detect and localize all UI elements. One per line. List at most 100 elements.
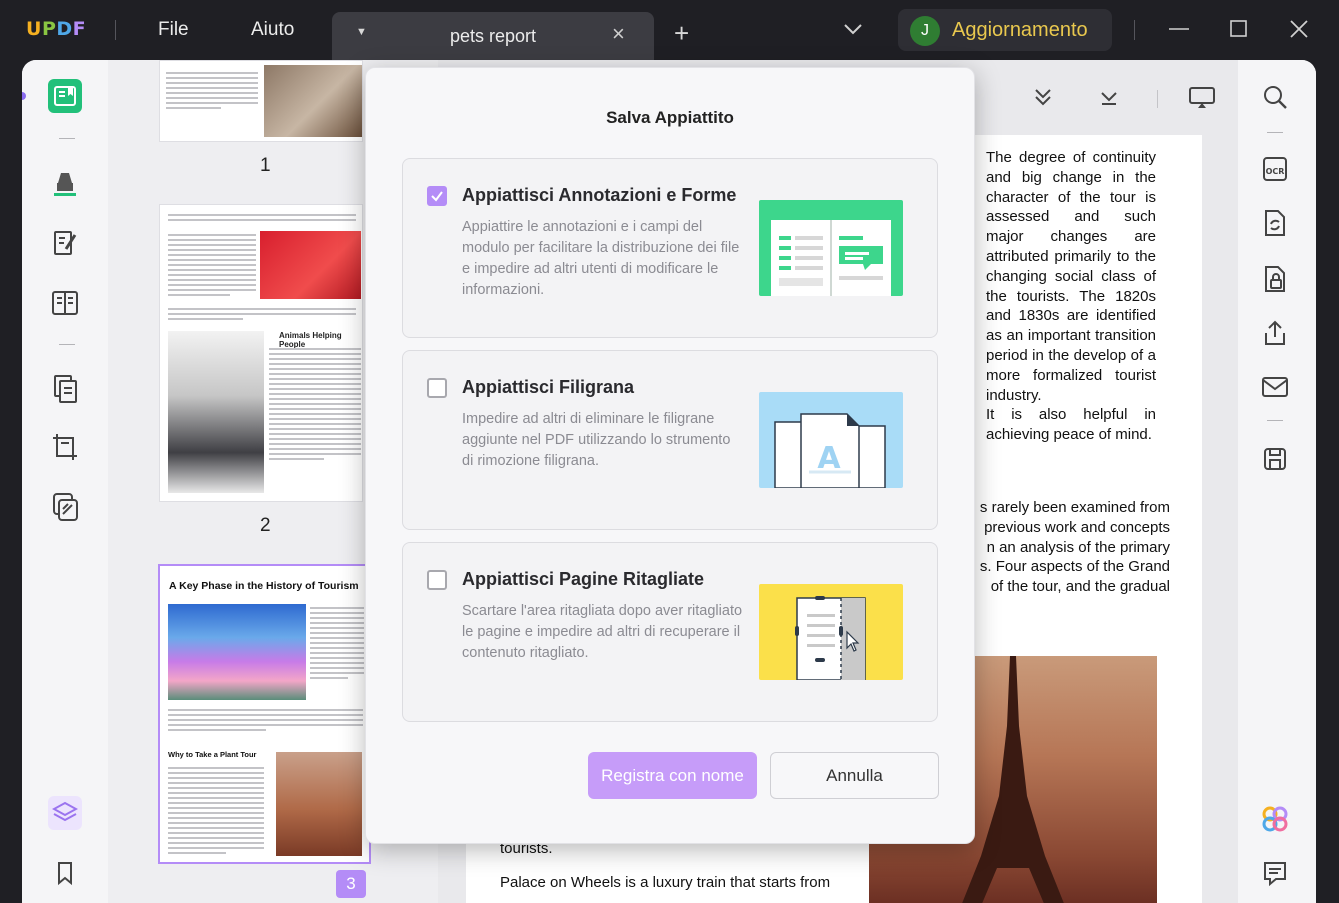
share-button[interactable] [1260, 318, 1290, 348]
close-tab-icon[interactable]: × [612, 21, 625, 47]
flatten-annotations-checkbox[interactable] [427, 186, 447, 206]
paragraph-text: The degree of continuity and big change … [986, 149, 1156, 404]
last-page-icon[interactable] [1098, 86, 1120, 108]
thumbnail-text [168, 764, 264, 857]
menu-help[interactable]: Aiuto [251, 19, 294, 41]
watermark-document-icon: A [774, 413, 886, 488]
option-flatten-annotations[interactable]: Appiattisci Annotazioni e Forme Appiatti… [402, 158, 938, 338]
save-icon [1264, 448, 1286, 470]
active-indicator [22, 92, 26, 100]
thumbnail-text [168, 706, 363, 734]
thumbnail-text [168, 211, 356, 224]
crop-icon [53, 434, 77, 460]
option-title: Appiattisci Annotazioni e Forme [462, 185, 737, 205]
flatten-cropped-pages-checkbox[interactable] [427, 570, 447, 590]
option-flatten-cropped-pages[interactable]: Appiattisci Pagine Ritagliate Scartare l… [402, 542, 938, 722]
page-thumbnail-1[interactable] [159, 60, 363, 142]
share-icon [1265, 320, 1285, 345]
mail-icon [1262, 377, 1288, 397]
tools-button[interactable] [48, 490, 82, 524]
cancel-button[interactable]: Annulla [770, 752, 939, 799]
annotations-illustration [759, 200, 903, 296]
page-thumbnail-2[interactable]: Animals Helping People [159, 204, 363, 502]
search-button[interactable] [1260, 82, 1290, 112]
document-tab[interactable]: ▼ pets report × [332, 12, 654, 60]
open-book-form-icon [771, 220, 891, 296]
comment-tool-button[interactable] [48, 166, 82, 200]
form-icon [52, 291, 78, 315]
paragraph: The degree of continuity and big change … [986, 148, 1156, 445]
thumbnail-text [310, 604, 364, 682]
minimize-icon[interactable] [1168, 18, 1190, 40]
crop-illustration [759, 584, 903, 680]
flatten-save-dialog: Salva Appiattito Appiattisci Annotazioni… [365, 67, 975, 844]
option-description: Impedire ad altri di eliminare le filigr… [462, 411, 731, 469]
menu-file[interactable]: File [158, 19, 189, 41]
page-up-double-chevron-icon[interactable] [1032, 86, 1054, 108]
flatten-watermark-checkbox[interactable] [427, 378, 447, 398]
eiffel-tower-photo [276, 752, 362, 856]
ocr-icon: OCR [1263, 157, 1287, 181]
title-bar: UPDF File Aiuto ▼ pets report × + J Aggi… [0, 0, 1339, 60]
presentation-icon[interactable] [1188, 86, 1216, 110]
svg-text:OCR: OCR [1266, 167, 1285, 176]
cropped-page-icon [795, 596, 866, 680]
dialog-title: Salva Appiattito [606, 108, 734, 127]
tabs-list-chevron-icon[interactable] [842, 22, 864, 36]
crop-tool-button[interactable] [48, 430, 82, 464]
organize-pages-button[interactable] [48, 372, 82, 406]
divider [1267, 420, 1283, 421]
thumbnail-text [168, 305, 356, 323]
divider [1157, 90, 1158, 108]
reader-icon [54, 86, 76, 106]
page-thumbnail-3[interactable]: A Key Phase in the History of Tourism Wh… [158, 564, 371, 864]
paragraph-line: previous work and concepts [984, 518, 1170, 536]
option-title: Appiattisci Pagine Ritagliate [462, 569, 705, 589]
page-tools-icon [53, 493, 78, 521]
thumbnail-text [269, 345, 361, 463]
avatar[interactable]: J [910, 16, 940, 46]
option-flatten-watermark[interactable]: Appiattisci Filigrana Impedire ad altri … [402, 350, 938, 530]
convert-icon [1265, 210, 1285, 236]
option-title: Appiattisci Filigrana [462, 377, 635, 397]
protect-button[interactable] [1260, 264, 1290, 294]
layers-button[interactable] [48, 796, 82, 830]
divider [59, 344, 75, 345]
bookmark-button[interactable] [48, 856, 82, 890]
comments-button[interactable] [1260, 858, 1290, 888]
option-description: Scartare l'area ritagliata dopo aver rit… [462, 603, 743, 661]
email-button[interactable] [1260, 372, 1290, 402]
reader-mode-button[interactable] [48, 79, 82, 113]
thumbnail-heading: A Key Phase in the History of Tourism [169, 580, 359, 592]
page-number-label: 2 [260, 515, 271, 536]
left-toolbar [22, 60, 108, 903]
maximize-icon[interactable] [1228, 18, 1250, 40]
cat-photo [168, 331, 264, 493]
close-window-icon[interactable] [1288, 18, 1310, 40]
save-as-button[interactable]: Registra con nome [588, 752, 757, 799]
upgrade-button[interactable]: J Aggiornamento [898, 9, 1112, 51]
new-tab-button[interactable]: + [674, 20, 689, 46]
bookmark-icon [58, 862, 72, 886]
save-button[interactable] [1260, 444, 1290, 474]
thumbnail-text [168, 231, 256, 299]
form-tool-button[interactable] [48, 286, 82, 320]
comment-icon [1264, 862, 1286, 886]
watermark-illustration: A [759, 392, 903, 488]
tab-title: pets report [450, 26, 537, 46]
street-photo [168, 604, 306, 700]
page-number-label: 1 [260, 155, 271, 176]
tab-dropdown-icon[interactable]: ▼ [356, 26, 367, 38]
ai-assistant-button[interactable] [1260, 804, 1290, 834]
divider [59, 138, 75, 139]
thumbnail-text [166, 69, 258, 112]
ocr-button[interactable]: OCR [1260, 154, 1290, 184]
paragraph-line: of the tour, and the gradual [990, 578, 1170, 596]
checkmark-icon [431, 191, 443, 202]
convert-button[interactable] [1260, 208, 1290, 238]
layers-icon [52, 801, 78, 822]
option-description: Appiattire le annotazioni e i campi del … [462, 219, 740, 298]
dog-photo [260, 231, 361, 299]
edit-tool-button[interactable] [48, 226, 82, 260]
paragraph-line: Palace on Wheels is a luxury train that … [500, 874, 831, 891]
